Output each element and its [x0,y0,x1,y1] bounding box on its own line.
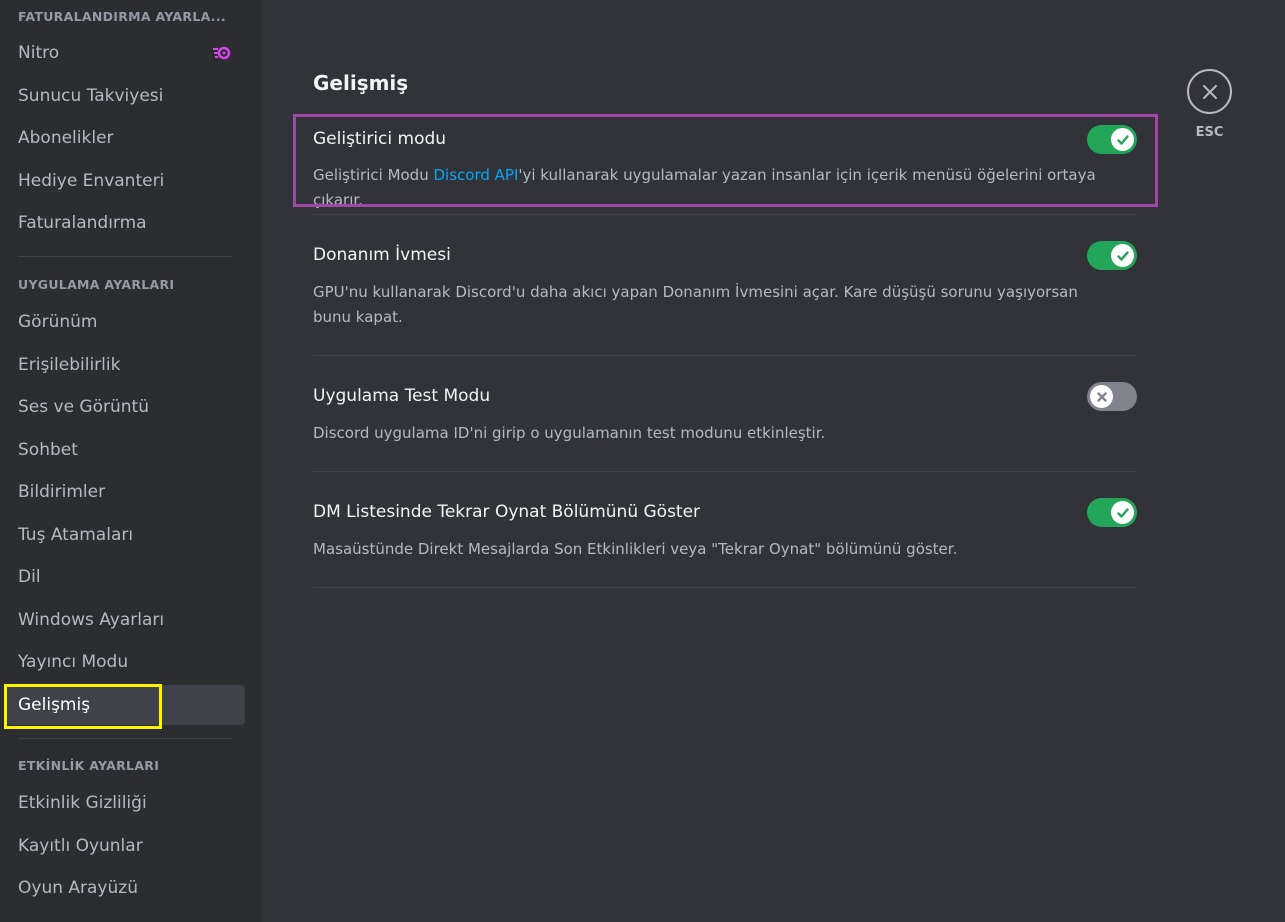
setting-description: Masaüstünde Direkt Mesajlarda Son Etkinl… [313,540,958,558]
setting-hardware-acceleration: Donanım İvmesi GPU'nu kullanarak Discord… [313,241,1137,356]
discord-api-link[interactable]: Discord API [433,166,518,184]
sidebar-item-label: Etkinlik Gizliliği [18,793,147,813]
check-icon [1116,250,1129,261]
setting-description: GPU'nu kullanarak Discord'u daha akıcı y… [313,283,1078,326]
setting-title: Donanım İvmesi [313,245,451,265]
sidebar-item-label: Ses ve Görüntü [18,397,149,417]
sidebar-item-label: Yayıncı Modu [18,652,129,672]
sidebar-item-activity-privacy[interactable]: Etkinlik Gizliliği [7,783,245,823]
sidebar-separator [18,256,232,257]
activity-settings-header: ETKİNLİK AYARLARI [18,758,160,773]
sidebar-item-label: Bildirimler [18,482,106,502]
developer-mode-toggle[interactable] [1087,125,1137,154]
nitro-icon [213,46,231,60]
page-title: Gelişmiş [313,71,409,95]
setting-app-test-mode: Uygulama Test Modu Discord uygulama ID'n… [313,382,1137,472]
sidebar-item-appearance[interactable]: Görünüm [7,302,245,342]
sidebar-item-label: Nitro [18,43,60,63]
setting-description: Discord uygulama ID'ni girip o uygulaman… [313,424,826,442]
sidebar-item-label: Erişilebilirlik [18,355,121,375]
settings-sidebar: FATURALANDIRMA AYARLA... Nitro Sunucu Ta… [0,0,262,922]
sidebar-item-windows-settings[interactable]: Windows Ayarları [7,600,245,640]
settings-content: Gelişmiş Geliştirici modu Geliştirici Mo… [262,0,1285,922]
sidebar-item-chat[interactable]: Sohbet [7,430,245,470]
x-icon [1096,391,1107,402]
sidebar-item-accessibility[interactable]: Erişilebilirlik [7,345,245,385]
toggle-knob [1111,128,1134,151]
toggle-knob [1111,501,1134,524]
check-icon [1116,134,1129,145]
sidebar-item-streamer-mode[interactable]: Yayıncı Modu [7,642,245,682]
sidebar-item-label: Görünüm [18,312,98,332]
sidebar-item-label: Abonelikler [18,128,114,148]
sidebar-item-subscriptions[interactable]: Abonelikler [7,118,245,158]
sidebar-separator [18,738,232,739]
setting-divider [313,214,1137,215]
app-test-mode-toggle[interactable] [1087,382,1137,411]
setting-title: Uygulama Test Modu [313,386,491,406]
setting-divider [313,355,1137,356]
sidebar-item-billing[interactable]: Faturalandırma [7,203,245,243]
toggle-knob [1111,244,1134,267]
close-button[interactable] [1187,69,1232,114]
sidebar-item-label: Hediye Envanteri [18,171,165,191]
sidebar-item-registered-games[interactable]: Kayıtlı Oyunlar [7,826,245,866]
setting-title: Geliştirici modu [313,129,447,149]
sidebar-item-label: Sunucu Takviyesi [18,86,164,106]
sidebar-item-server-boost[interactable]: Sunucu Takviyesi [7,76,245,116]
setting-dm-replay-section: DM Listesinde Tekrar Oynat Bölümünü Göst… [313,498,1137,588]
sidebar-item-label: Sohbet [18,440,78,460]
sidebar-item-nitro[interactable]: Nitro [7,33,245,73]
sidebar-item-label: Tuş Atamaları [18,525,134,545]
sidebar-item-advanced[interactable]: Gelişmiş [7,685,245,725]
sidebar-item-label: Windows Ayarları [18,610,165,630]
setting-title: DM Listesinde Tekrar Oynat Bölümünü Göst… [313,502,701,522]
hardware-acceleration-toggle[interactable] [1087,241,1137,270]
setting-divider [313,587,1137,588]
close-icon [1202,84,1217,99]
toggle-knob [1090,385,1113,408]
sidebar-item-label: Kayıtlı Oyunlar [18,836,143,856]
setting-divider [313,471,1137,472]
sidebar-item-label: Gelişmiş [18,695,91,715]
sidebar-item-label: Oyun Arayüzü [18,878,138,898]
sidebar-item-language[interactable]: Dil [7,557,245,597]
sidebar-item-label: Dil [18,567,41,587]
app-settings-header: UYGULAMA AYARLARI [18,277,175,292]
sidebar-item-notifications[interactable]: Bildirimler [7,472,245,512]
sidebar-item-keybinds[interactable]: Tuş Atamaları [7,515,245,555]
check-icon [1116,507,1129,518]
setting-developer-mode: Geliştirici modu Geliştirici Modu Discor… [313,125,1137,215]
sidebar-item-label: Faturalandırma [18,213,147,233]
esc-label: ESC [1195,125,1224,140]
sidebar-item-voice-video[interactable]: Ses ve Görüntü [7,387,245,427]
description-text: Geliştirici Modu [313,166,434,184]
sidebar-item-gift-inventory[interactable]: Hediye Envanteri [7,161,245,201]
billing-settings-header: FATURALANDIRMA AYARLA... [18,9,226,24]
dm-replay-section-toggle[interactable] [1087,498,1137,527]
sidebar-item-game-overlay[interactable]: Oyun Arayüzü [7,868,245,908]
setting-description: Geliştirici Modu Discord API'yi kullanar… [313,163,1113,213]
